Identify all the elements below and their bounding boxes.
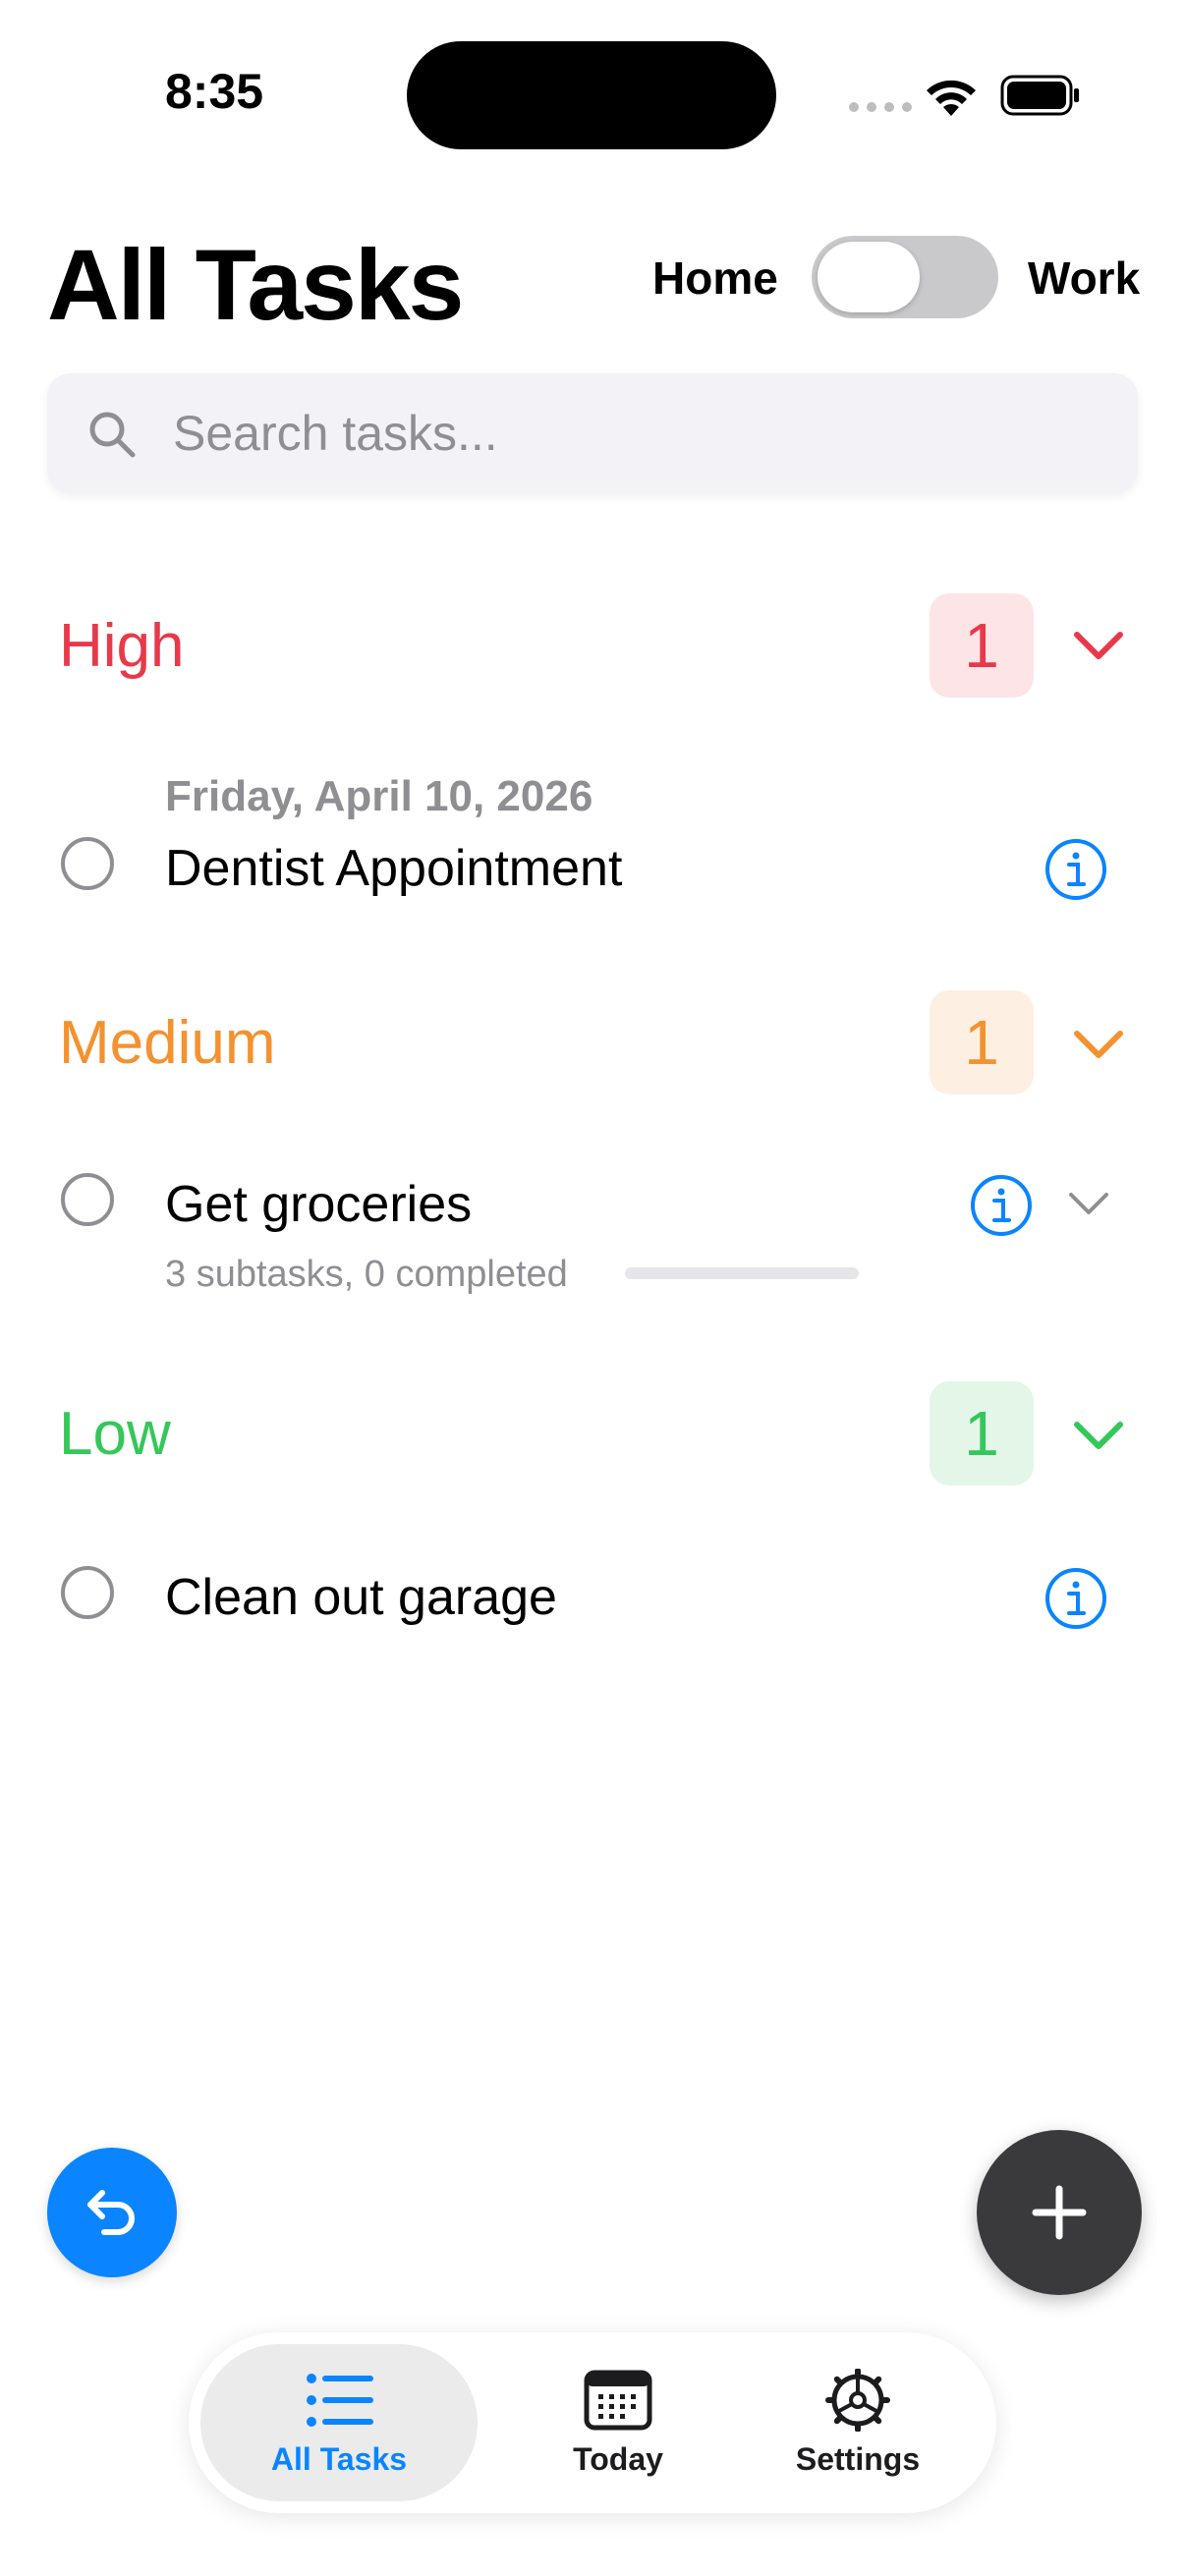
- info-icon[interactable]: [1044, 1566, 1108, 1631]
- expand-subtasks-chevron-icon[interactable]: [1067, 1191, 1110, 1218]
- task-checkbox[interactable]: [61, 1173, 114, 1226]
- search-input[interactable]: [173, 373, 1057, 493]
- home-work-toggle[interactable]: [812, 236, 998, 318]
- tab-today[interactable]: Today: [513, 2344, 723, 2501]
- task-checkbox[interactable]: [61, 1566, 114, 1619]
- subtask-summary: 3 subtasks, 0 completed: [165, 1254, 568, 1295]
- count-badge-medium: 1: [930, 990, 1034, 1094]
- tab-all-tasks[interactable]: All Tasks: [200, 2344, 478, 2501]
- wifi-icon: [927, 80, 976, 116]
- status-time: 8:35: [165, 64, 264, 119]
- tab-label: Settings: [795, 2440, 921, 2477]
- tab-label: All Tasks: [270, 2440, 408, 2477]
- toggle-work-label: Work: [1028, 252, 1141, 304]
- tab-bar: All Tasks Today Settings: [189, 2332, 996, 2513]
- task-due-date: Friday, April 10, 2026: [165, 772, 593, 820]
- chevron-down-icon[interactable]: [1071, 1028, 1126, 1063]
- subtask-progress-bar: [625, 1267, 859, 1279]
- cellular-signal-icon: [849, 102, 912, 112]
- plus-icon: [1032, 2185, 1087, 2240]
- calendar-icon: [584, 2370, 652, 2430]
- search-icon: [89, 412, 136, 458]
- task-checkbox[interactable]: [61, 837, 114, 890]
- toggle-knob: [818, 242, 920, 312]
- chevron-down-icon[interactable]: [1071, 1419, 1126, 1454]
- info-icon[interactable]: [969, 1173, 1034, 1238]
- toggle-home-label: Home: [652, 252, 778, 304]
- count-badge-high: 1: [930, 593, 1034, 698]
- count-badge-low: 1: [930, 1381, 1034, 1485]
- undo-icon: [87, 2190, 135, 2235]
- section-title-medium: Medium: [59, 1009, 276, 1077]
- page-title: All Tasks: [47, 229, 464, 341]
- chevron-down-icon[interactable]: [1071, 629, 1126, 664]
- undo-button[interactable]: [47, 2148, 177, 2277]
- task-title[interactable]: Clean out garage: [165, 1568, 557, 1627]
- task-title[interactable]: Dentist Appointment: [165, 839, 622, 898]
- search-bar[interactable]: [47, 373, 1138, 493]
- task-title[interactable]: Get groceries: [165, 1175, 472, 1234]
- add-task-button[interactable]: [977, 2130, 1142, 2295]
- list-icon: [307, 2373, 373, 2427]
- tab-settings[interactable]: Settings: [743, 2344, 973, 2501]
- battery-icon: [1000, 75, 1079, 116]
- info-icon[interactable]: [1044, 837, 1108, 902]
- dynamic-island: [407, 41, 776, 149]
- section-title-low: Low: [59, 1400, 171, 1468]
- section-title-high: High: [59, 612, 185, 680]
- tab-label: Today: [573, 2440, 663, 2477]
- gear-icon: [825, 2368, 890, 2432]
